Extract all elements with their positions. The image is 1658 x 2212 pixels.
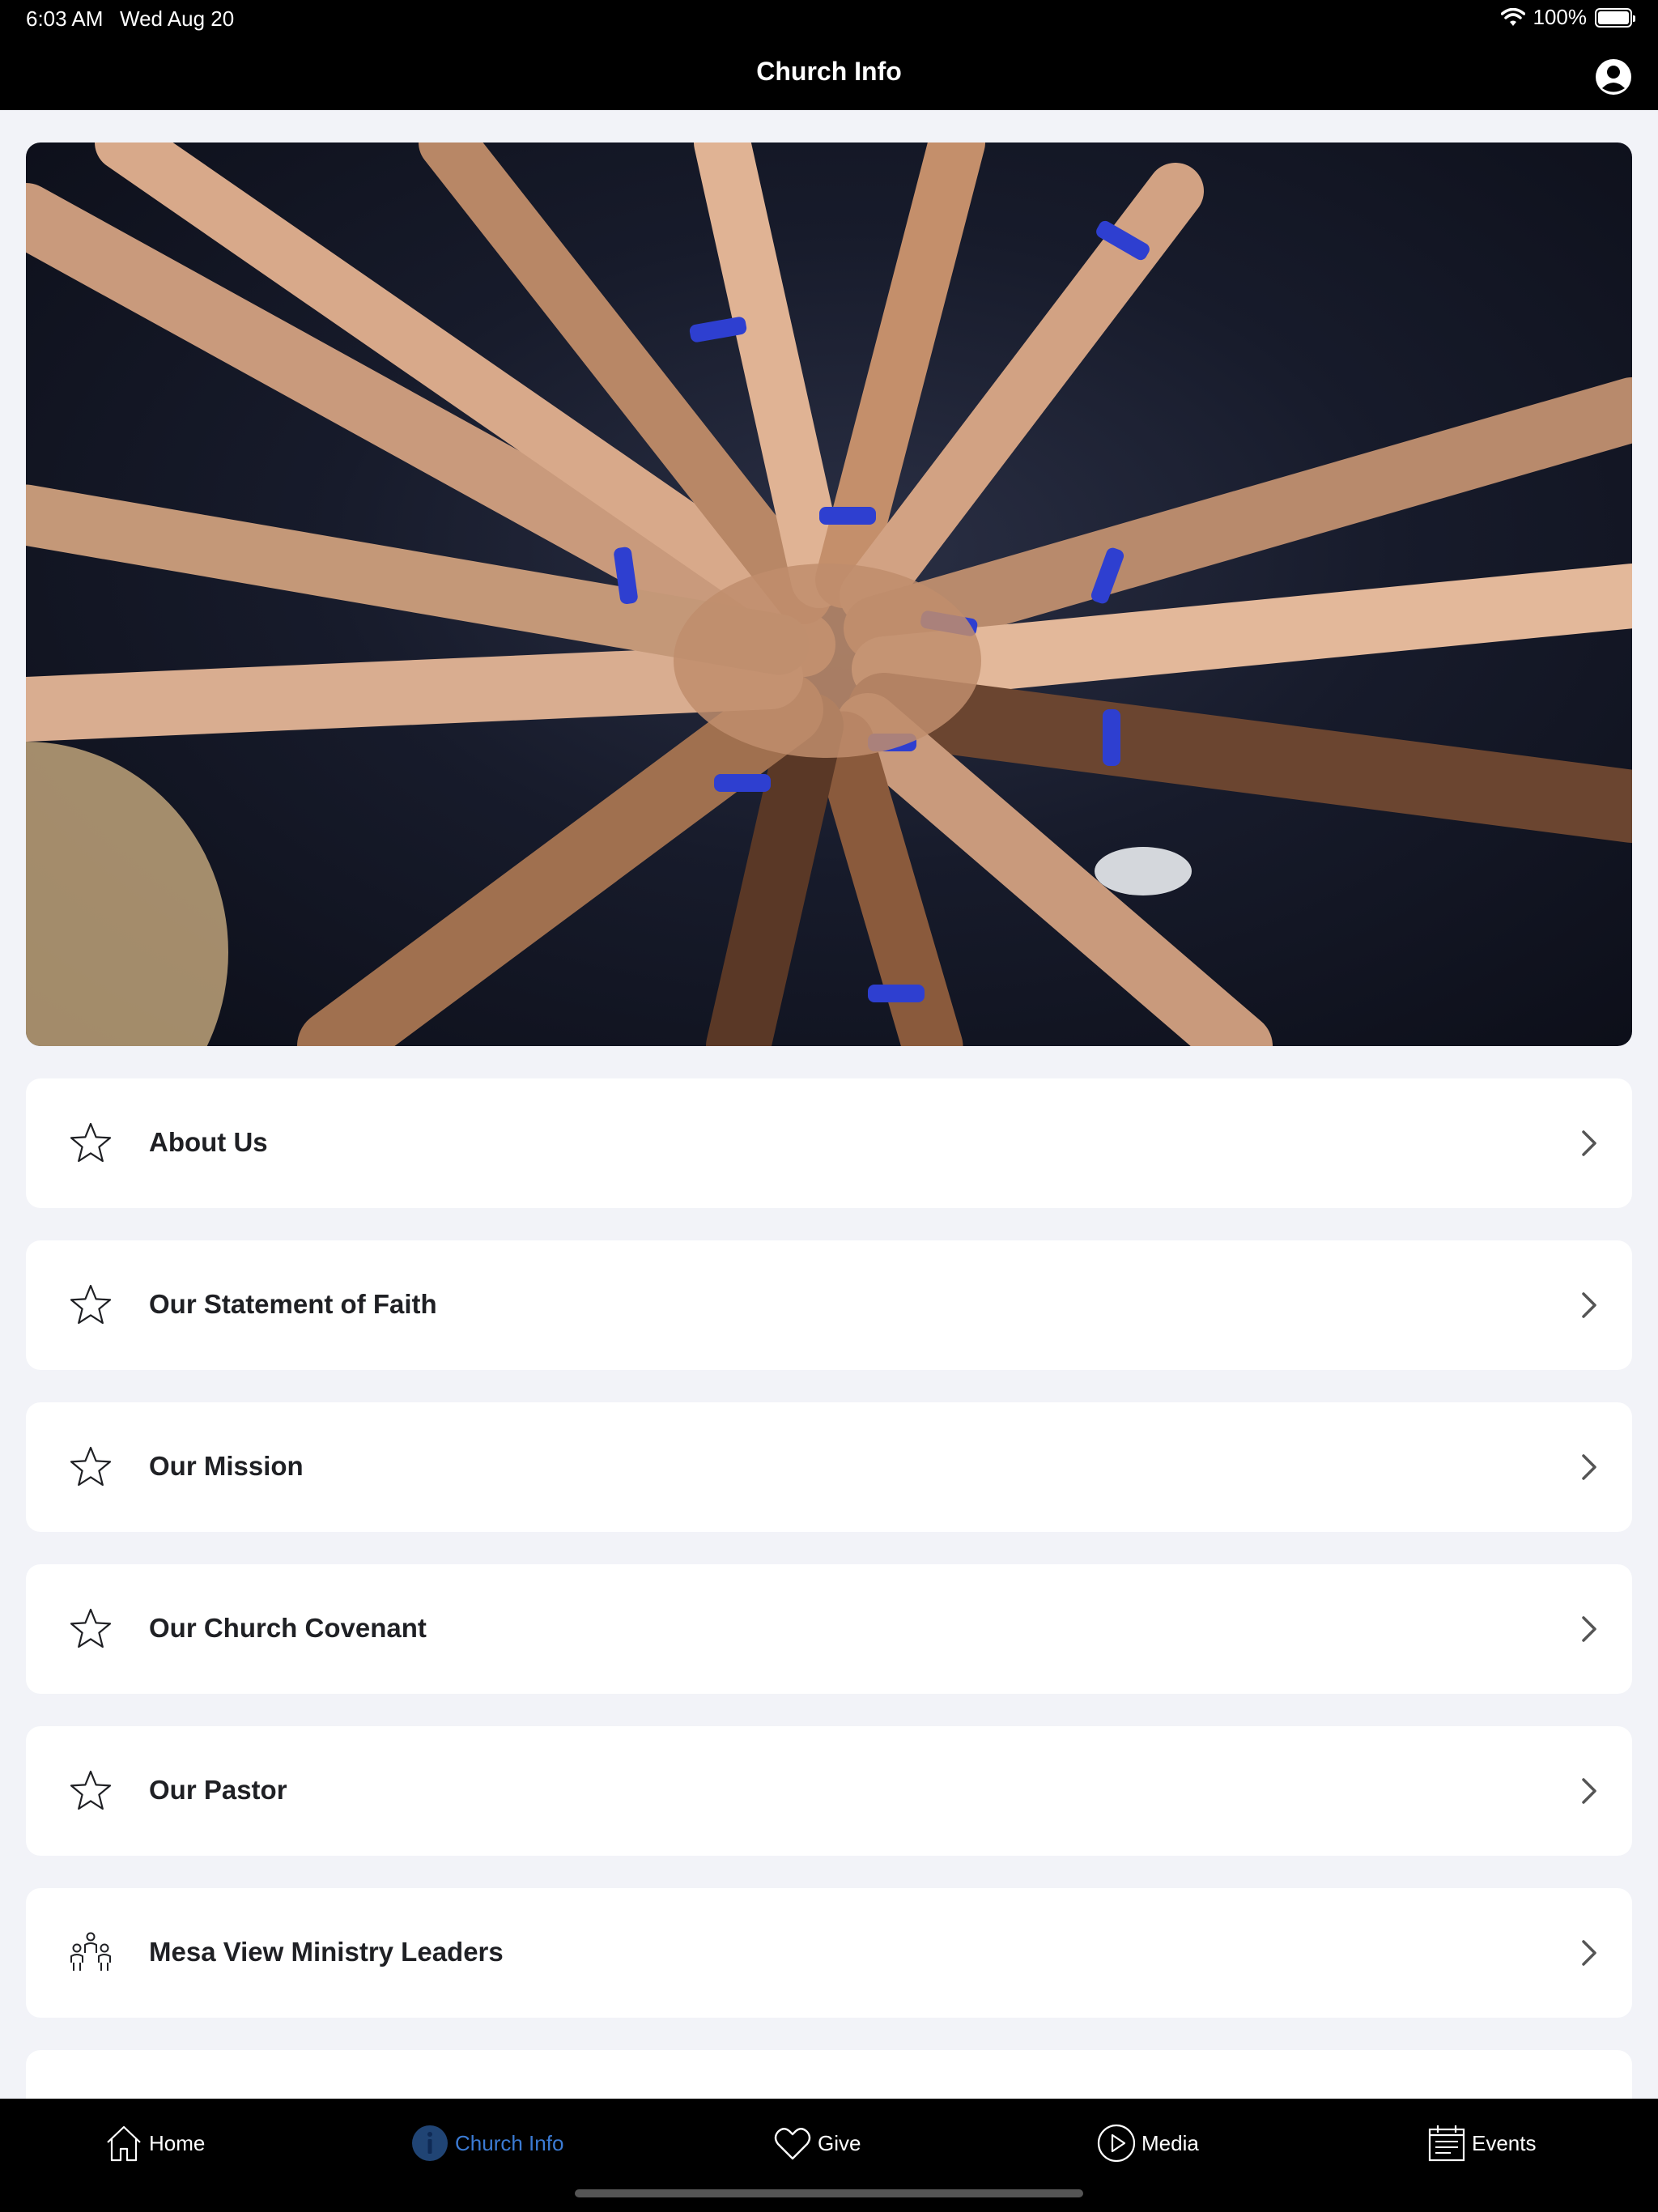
profile-icon[interactable] [1595, 58, 1632, 96]
tab-label: Church Info [455, 2130, 564, 2155]
menu-item-label: Our Pastor [149, 1775, 287, 1805]
menu-item-church-covenant[interactable]: Our Church Covenant [26, 1564, 1632, 1694]
status-time: 6:03 AM [26, 6, 104, 31]
menu-item-our-mission[interactable]: Our Mission [26, 1402, 1632, 1532]
people-icon [70, 1932, 111, 1971]
menu-item-label: Our Statement of Faith [149, 1289, 437, 1319]
wifi-icon [1500, 7, 1525, 26]
menu-item-ministry-leaders[interactable]: Mesa View Ministry Leaders [26, 1888, 1632, 2018]
menu-item-about-us[interactable]: About Us [26, 1078, 1632, 1208]
heart-icon [774, 2128, 811, 2160]
info-menu-list: About Us Our Statement of Faith Our Miss… [26, 1078, 1632, 2123]
battery-percent: 100% [1533, 5, 1588, 29]
status-indicators: 100% [1500, 5, 1635, 30]
top-bar: 6:03 AM Wed Aug 20 100% Church Info [0, 0, 1658, 110]
status-date: Wed Aug 20 [120, 6, 235, 31]
menu-item-our-pastor[interactable]: Our Pastor [26, 1726, 1632, 1856]
tab-media[interactable]: Media [1096, 2123, 1199, 2163]
calendar-icon [1428, 2125, 1465, 2162]
chevron-right-icon [1582, 1454, 1596, 1480]
home-indicator[interactable] [575, 2189, 1083, 2197]
star-icon [70, 1446, 112, 1487]
star-icon [70, 1122, 112, 1163]
tab-church-info[interactable]: Church Info [410, 2123, 563, 2163]
info-icon [412, 2125, 448, 2161]
star-icon [70, 1284, 112, 1325]
chevron-right-icon [1582, 1616, 1596, 1642]
menu-item-label: Our Mission [149, 1451, 304, 1481]
hero-image [26, 143, 1632, 1046]
chevron-right-icon [1582, 1292, 1596, 1318]
star-icon [70, 1770, 112, 1810]
chevron-right-icon [1582, 1940, 1596, 1966]
tab-label: Give [818, 2130, 861, 2155]
menu-item-label: About Us [149, 1127, 268, 1157]
page-title: Church Info [756, 57, 902, 86]
play-icon [1097, 2124, 1136, 2163]
tab-events[interactable]: Events [1426, 2123, 1537, 2163]
chevron-right-icon [1582, 1778, 1596, 1804]
hands-together-illustration [26, 143, 1632, 1046]
chevron-right-icon [1582, 1130, 1596, 1156]
star-icon [70, 1608, 112, 1648]
tab-home[interactable]: Home [104, 2123, 205, 2163]
tab-label: Events [1472, 2130, 1537, 2155]
tab-give[interactable]: Give [772, 2123, 861, 2163]
battery-icon [1595, 7, 1635, 28]
tab-label: Media [1141, 2130, 1199, 2155]
home-icon [107, 2125, 141, 2162]
tab-label: Home [149, 2130, 206, 2155]
menu-item-label: Mesa View Ministry Leaders [149, 1937, 504, 1967]
menu-item-statement-of-faith[interactable]: Our Statement of Faith [26, 1240, 1632, 1370]
menu-item-label: Our Church Covenant [149, 1613, 427, 1643]
